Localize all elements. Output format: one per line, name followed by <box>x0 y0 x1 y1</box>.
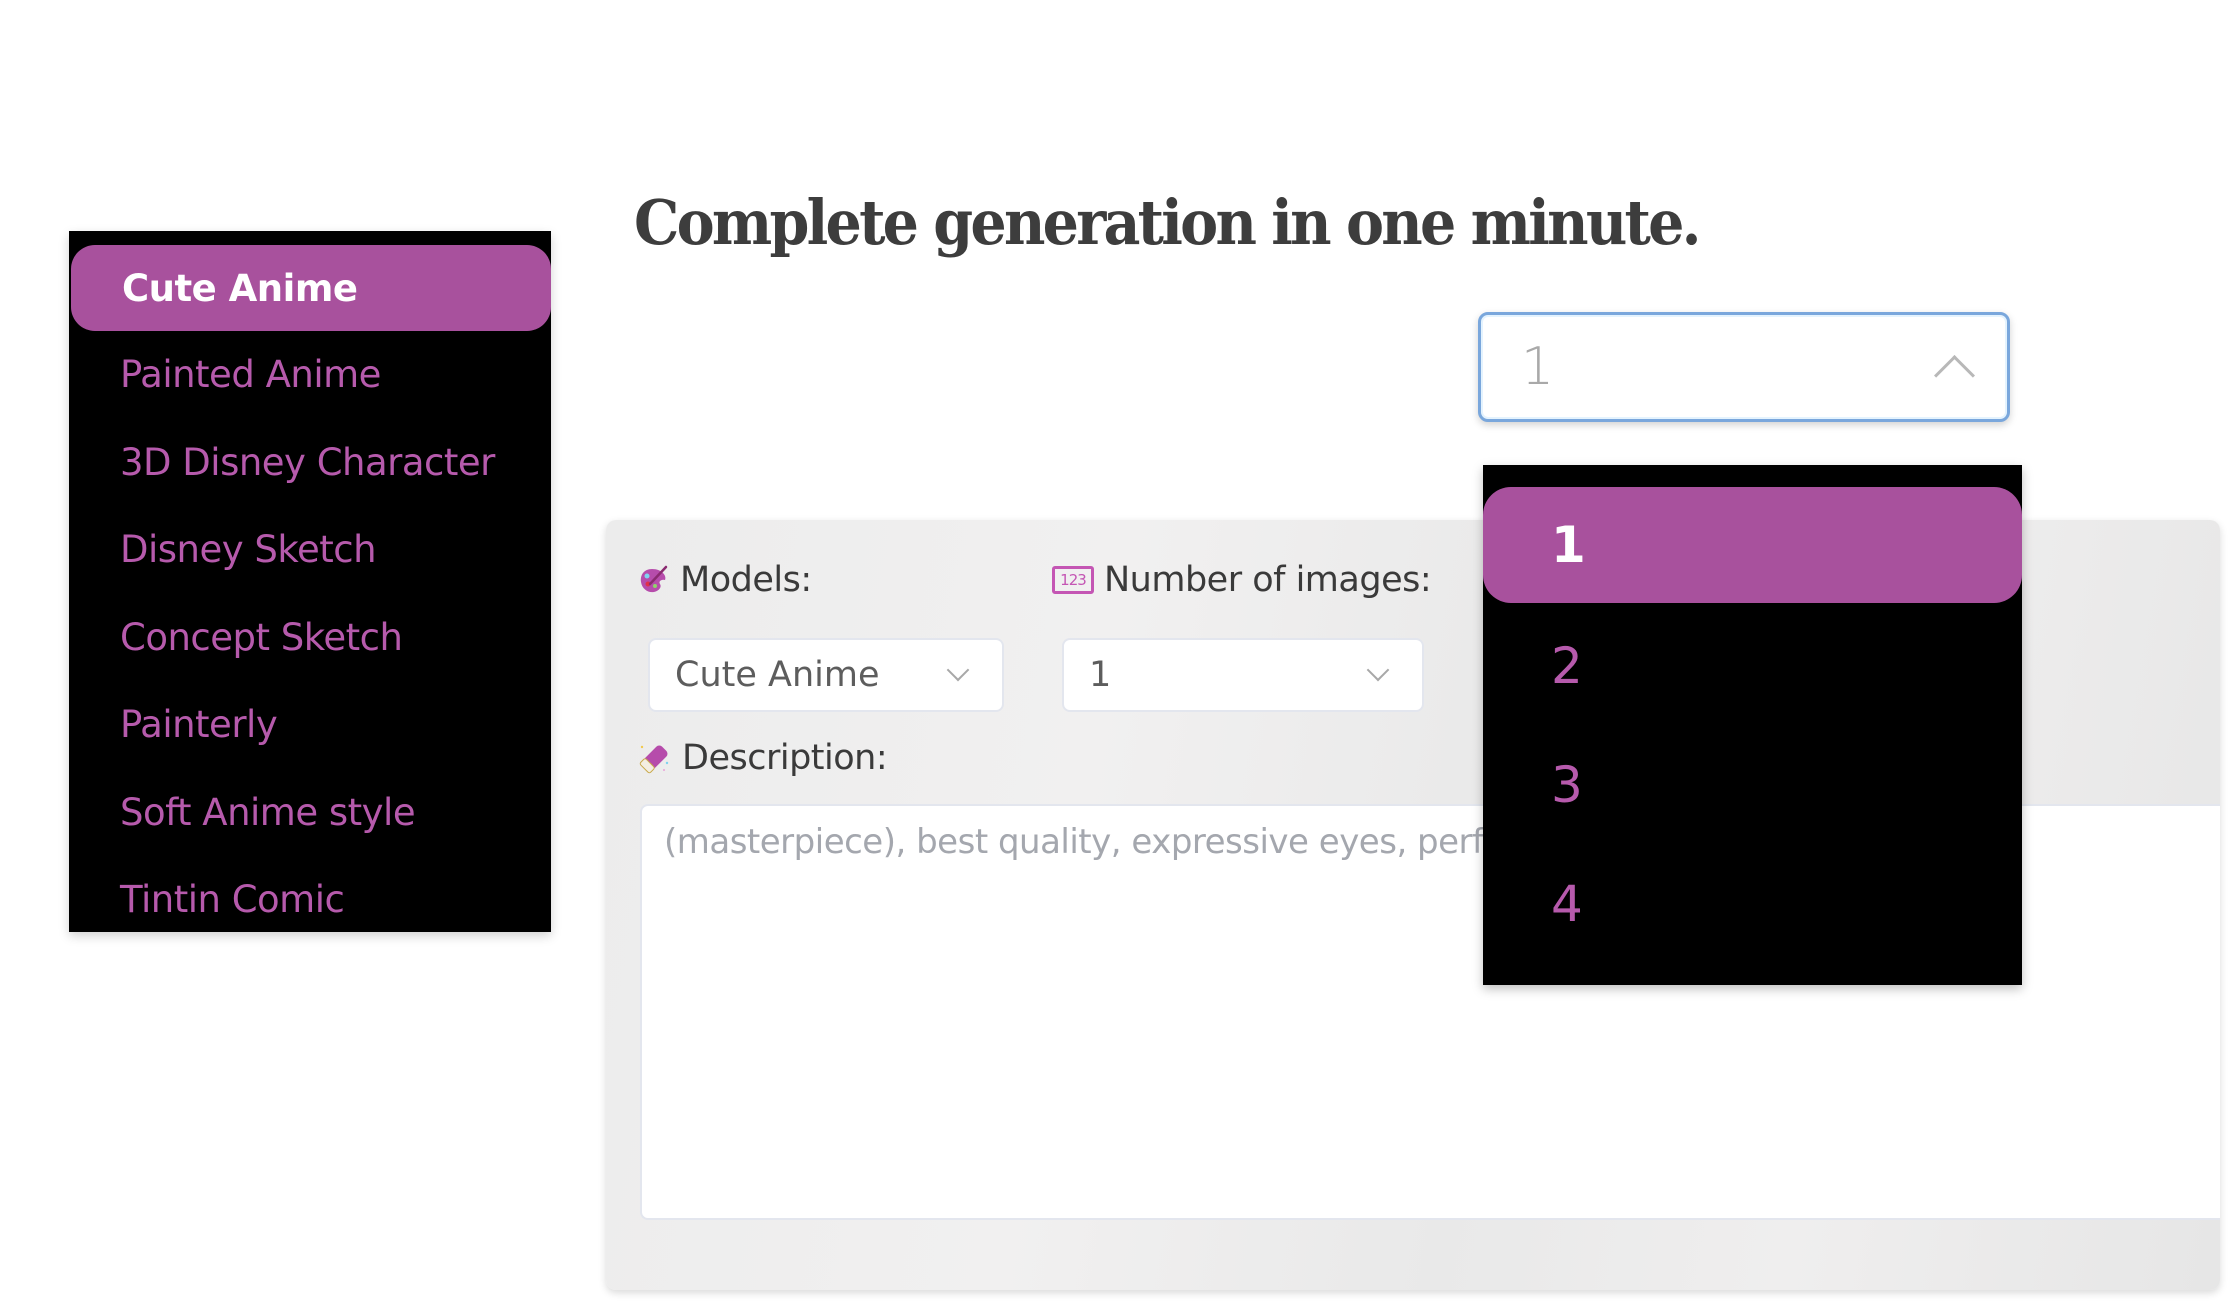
style-item-disney-sketch[interactable]: Disney Sketch <box>69 506 551 594</box>
style-item-soft-anime-style[interactable]: Soft Anime style <box>69 769 551 857</box>
style-item-3d-disney-character[interactable]: 3D Disney Character <box>69 419 551 507</box>
number-of-images-label: 123 Number of images: <box>1052 560 1432 600</box>
page-title: Complete generation in one minute. <box>634 186 1702 259</box>
models-label: Models: <box>638 560 812 600</box>
number-dropdown-list: 1 2 3 4 <box>1483 465 2022 985</box>
number-select-focused[interactable]: 1 <box>1478 312 2010 422</box>
models-select-value: Cute Anime <box>675 655 880 695</box>
style-item-tintin-comic[interactable]: Tintin Comic <box>69 856 551 932</box>
style-list: Cute Anime Painted Anime 3D Disney Chara… <box>69 231 551 932</box>
chevron-up-icon <box>1933 354 1976 396</box>
style-item-painterly[interactable]: Painterly <box>69 681 551 769</box>
dropdown-option-1[interactable]: 1 <box>1483 487 2022 603</box>
style-item-cute-anime[interactable]: Cute Anime <box>71 245 551 331</box>
style-item-concept-sketch[interactable]: Concept Sketch <box>69 594 551 682</box>
description-label: Description: <box>638 738 888 778</box>
chevron-down-icon <box>1366 658 1390 682</box>
number-of-images-label-text: Number of images: <box>1104 560 1432 600</box>
description-label-text: Description: <box>682 738 888 778</box>
models-label-text: Models: <box>680 560 812 600</box>
dropdown-option-3[interactable]: 3 <box>1483 725 2022 844</box>
number-of-images-select[interactable]: 1 <box>1062 638 1424 712</box>
dropdown-option-4[interactable]: 4 <box>1483 844 2022 963</box>
number-select-value: 1 <box>1521 337 1555 397</box>
style-item-painted-anime[interactable]: Painted Anime <box>69 331 551 419</box>
eraser-icon <box>638 741 672 775</box>
dropdown-option-2[interactable]: 2 <box>1483 606 2022 725</box>
models-select[interactable]: Cute Anime <box>648 638 1004 712</box>
numbers-123-icon: 123 <box>1052 566 1094 594</box>
chevron-down-icon <box>946 658 970 682</box>
number-of-images-select-value: 1 <box>1089 655 1112 695</box>
palette-icon <box>638 564 670 596</box>
